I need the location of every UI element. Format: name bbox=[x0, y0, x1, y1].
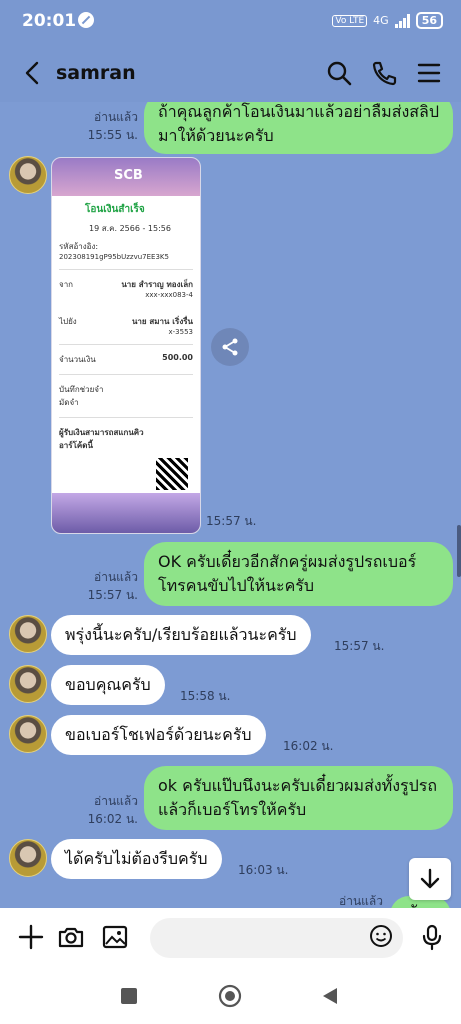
avatar[interactable] bbox=[9, 839, 47, 877]
message-time: 16:02 น. bbox=[283, 739, 334, 753]
avatar[interactable] bbox=[9, 156, 47, 194]
slip-from-label: จาก bbox=[59, 280, 74, 289]
incoming-message[interactable]: ขอเบอร์โชเฟอร์ด้วยนะครับ bbox=[51, 715, 266, 755]
outgoing-message[interactable]: ok ครับแป๊บนึงนะครับเดี๋ยวผมส่งทั้งรูปรถ… bbox=[144, 766, 453, 830]
slip-from-account: xxx-xxx083-4 bbox=[145, 291, 193, 299]
transfer-success-label: โอนเงินสำเร็จ bbox=[85, 204, 145, 215]
slip-date: 19 ส.ค. 2566 - 15:56 bbox=[89, 224, 171, 233]
bank-logo: SCB bbox=[114, 168, 143, 183]
message-time: 15:58 น. bbox=[180, 689, 231, 703]
slip-details: โอนเงินสำเร็จ 19 ส.ค. 2566 - 15:56 รหัสอ… bbox=[52, 196, 200, 458]
slip-footer-art bbox=[52, 493, 200, 533]
read-receipt: อ่านแล้ว bbox=[339, 894, 383, 908]
slip-qr-label: ผู้รับเงินสามารถสแกนคิวอาร์โค้ดนี้ bbox=[59, 428, 144, 450]
status-bar: 20:01 Vo LTE 4G 56 bbox=[0, 0, 461, 44]
back-nav-icon[interactable] bbox=[320, 986, 340, 1006]
message-time: 15:57 น. bbox=[87, 588, 138, 602]
message-time: 15:57 น. bbox=[206, 514, 257, 528]
volte-badge: Vo LTE bbox=[332, 14, 368, 27]
slip-to-label: ไปยัง bbox=[59, 317, 77, 326]
slip-amount: 500.00 bbox=[162, 353, 193, 362]
divider bbox=[59, 417, 193, 418]
slip-to-account: x-3553 bbox=[168, 328, 193, 336]
read-receipt: อ่านแล้ว bbox=[94, 794, 138, 808]
chat-title: samran bbox=[56, 62, 136, 84]
microphone-icon[interactable] bbox=[417, 922, 447, 952]
message-meta: อ่านแล้ว 16:02 น. bbox=[80, 792, 138, 828]
message-meta: อ่านแล้ว 15:55 น. bbox=[80, 108, 138, 144]
slip-from-name: นาย สำราญ ทองเล็ก bbox=[121, 280, 193, 289]
home-icon[interactable] bbox=[218, 984, 242, 1008]
search-icon[interactable] bbox=[324, 58, 354, 88]
divider bbox=[59, 374, 193, 375]
chat-area[interactable]: อ่านแล้ว 15:55 น. ถ้าคุณลูกค้าโอนเงินมาแ… bbox=[0, 102, 461, 908]
camera-icon[interactable] bbox=[56, 922, 86, 952]
incoming-message[interactable]: ได้ครับไม่ต้องรีบครับ bbox=[51, 839, 222, 879]
transfer-slip-image[interactable]: SCB โอนเงินสำเร็จ 19 ส.ค. 2566 - 15:56 ร… bbox=[51, 157, 201, 534]
network-type: 4G bbox=[373, 14, 389, 27]
divider bbox=[59, 344, 193, 345]
slip-to-row: ไปยัง นาย สมาน เริ่งรื่น bbox=[59, 315, 193, 328]
share-button[interactable] bbox=[211, 328, 249, 366]
slip-memo-label: บันทึกช่วยจำ bbox=[59, 385, 104, 394]
scroll-to-bottom-button[interactable] bbox=[409, 858, 451, 900]
phone-icon[interactable] bbox=[369, 58, 399, 88]
slip-banner: SCB bbox=[52, 158, 200, 196]
outgoing-message[interactable]: OK ครับเดี๋ยวอีกสักครู่ผมส่งรูปรถเบอร์โท… bbox=[144, 542, 453, 606]
avatar[interactable] bbox=[9, 665, 47, 703]
system-nav-bar bbox=[0, 968, 461, 1024]
slip-amount-label: จำนวนเงิน bbox=[59, 355, 96, 364]
slip-memo: มัดจำ bbox=[59, 398, 79, 407]
divider bbox=[59, 269, 193, 270]
message-time: 15:55 น. bbox=[87, 128, 138, 142]
incoming-message[interactable]: ขอบคุณครับ bbox=[51, 665, 165, 705]
avatar[interactable] bbox=[9, 615, 47, 653]
message-time: 16:03 น. bbox=[238, 863, 289, 877]
clock: 20:01 bbox=[22, 11, 77, 31]
slip-ref-label: รหัสอ้างอิง: bbox=[59, 242, 99, 251]
slip-amount-row: จำนวนเงิน 500.00 bbox=[59, 353, 193, 366]
message-meta: อ่านแล้ว 15:57 น. bbox=[80, 568, 138, 604]
message-input[interactable] bbox=[150, 918, 403, 958]
do-not-disturb-icon bbox=[78, 12, 94, 28]
signal-icon bbox=[394, 13, 410, 28]
back-arrow-icon[interactable] bbox=[18, 58, 48, 88]
slip-from-row: จาก นาย สำราญ ทองเล็ก bbox=[59, 278, 193, 291]
menu-icon[interactable] bbox=[414, 58, 444, 88]
outgoing-message[interactable]: ถ้าคุณลูกค้าโอนเงินมาแล้วอย่าลืมส่งสลิปม… bbox=[144, 102, 453, 154]
recent-apps-icon[interactable] bbox=[120, 987, 138, 1005]
image-icon[interactable] bbox=[100, 922, 130, 952]
share-icon bbox=[222, 338, 238, 356]
status-icons: Vo LTE 4G 56 bbox=[332, 12, 443, 29]
read-receipt: อ่านแล้ว bbox=[94, 110, 138, 124]
slip-to-name: นาย สมาน เริ่งรื่น bbox=[131, 317, 193, 326]
battery-icon: 56 bbox=[415, 12, 443, 29]
slip-ref: 202308191gP95bUzzvu7EE3K5 bbox=[59, 253, 169, 261]
message-time: 15:57 น. bbox=[334, 639, 385, 653]
emoji-icon[interactable] bbox=[368, 923, 394, 949]
qr-code bbox=[156, 458, 188, 490]
avatar[interactable] bbox=[9, 715, 47, 753]
chat-header: samran bbox=[0, 44, 461, 102]
message-time: 16:02 น. bbox=[87, 812, 138, 826]
plus-icon[interactable] bbox=[16, 922, 46, 952]
read-receipt: อ่านแล้ว bbox=[94, 570, 138, 584]
arrow-down-icon bbox=[420, 868, 440, 889]
incoming-message[interactable]: พรุ่งนี้นะครับ/เรียบร้อยแล้วนะครับ bbox=[51, 615, 311, 655]
scrollbar[interactable] bbox=[457, 525, 461, 577]
message-input-bar bbox=[0, 908, 461, 968]
